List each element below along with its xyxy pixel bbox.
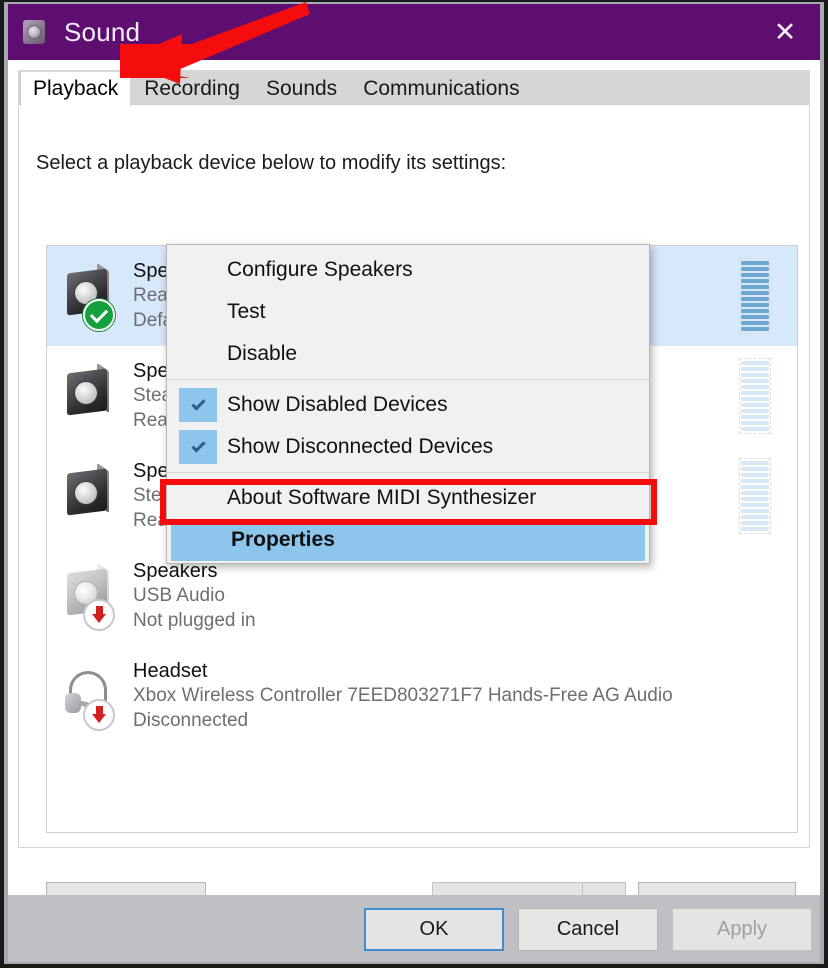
checkmark-icon[interactable] [179, 430, 217, 464]
device-status: Not plugged in [133, 609, 256, 631]
headset-icon [57, 663, 121, 731]
tab-recording[interactable]: Recording [131, 72, 253, 106]
page-hint: Select a playback device below to modify… [36, 152, 507, 174]
close-icon[interactable]: ✕ [750, 4, 820, 60]
disconnected-badge [83, 699, 115, 731]
menu-item-label: Properties [231, 528, 335, 551]
menu-item-label: About Software MIDI Synthesizer [227, 486, 537, 509]
menu-item-label: Disable [227, 342, 298, 365]
menu-item-test[interactable]: Test [167, 291, 649, 333]
menu-item-show-disabled-devices[interactable]: Show Disabled Devices [167, 384, 649, 426]
speaker-icon [20, 17, 50, 47]
menu-item-properties[interactable]: Properties [171, 519, 645, 561]
device-driver: Xbox Wireless Controller 7EED803271F7 Ha… [133, 684, 673, 706]
apply-button[interactable]: Apply [672, 908, 812, 951]
menu-item-label: Show Disabled Devices [227, 393, 448, 416]
menu-item-label: Show Disconnected Devices [227, 435, 494, 458]
window-titlebar: Sound ✕ [8, 4, 820, 60]
checkmark-icon[interactable] [179, 388, 217, 422]
menu-item-disable[interactable]: Disable [167, 333, 649, 375]
volume-meter [739, 358, 771, 434]
menu-divider [167, 379, 649, 380]
screenshot-root: Sound ✕ Playback Recording Sounds Commun… [0, 0, 828, 968]
context-menu[interactable]: Configure Speakers Test Disable Show Dis… [166, 244, 650, 564]
volume-meter [739, 258, 771, 334]
device-name: Headset [133, 659, 208, 682]
tab-sounds[interactable]: Sounds [253, 72, 350, 106]
tab-communications[interactable]: Communications [350, 72, 532, 106]
device-driver: USB Audio [133, 584, 225, 606]
menu-item-configure-speakers[interactable]: Configure Speakers [167, 249, 649, 291]
unplugged-badge [83, 599, 115, 631]
volume-meter [739, 458, 771, 534]
speaker-icon [57, 362, 121, 429]
speaker-icon [57, 262, 121, 331]
ok-button[interactable]: OK [364, 908, 504, 951]
window-title: Sound [64, 16, 141, 47]
device-status: Disconnected [133, 709, 249, 731]
cancel-button[interactable]: Cancel [518, 908, 658, 951]
menu-item-about-software-midi-synthesizer[interactable]: About Software MIDI Synthesizer [167, 477, 649, 519]
menu-divider [167, 472, 649, 473]
speaker-gray-icon [57, 562, 121, 631]
tab-list: Playback Recording Sounds Communications [20, 72, 533, 107]
tab-playback[interactable]: Playback [20, 72, 132, 107]
default-check-badge [83, 299, 115, 331]
menu-item-label: Test [227, 300, 266, 323]
menu-item-show-disconnected-devices[interactable]: Show Disconnected Devices [167, 426, 649, 468]
device-row-headset[interactable]: Headset Xbox Wireless Controller 7EED803… [47, 646, 797, 746]
speaker-icon [57, 462, 121, 529]
menu-item-label: Configure Speakers [227, 258, 413, 281]
